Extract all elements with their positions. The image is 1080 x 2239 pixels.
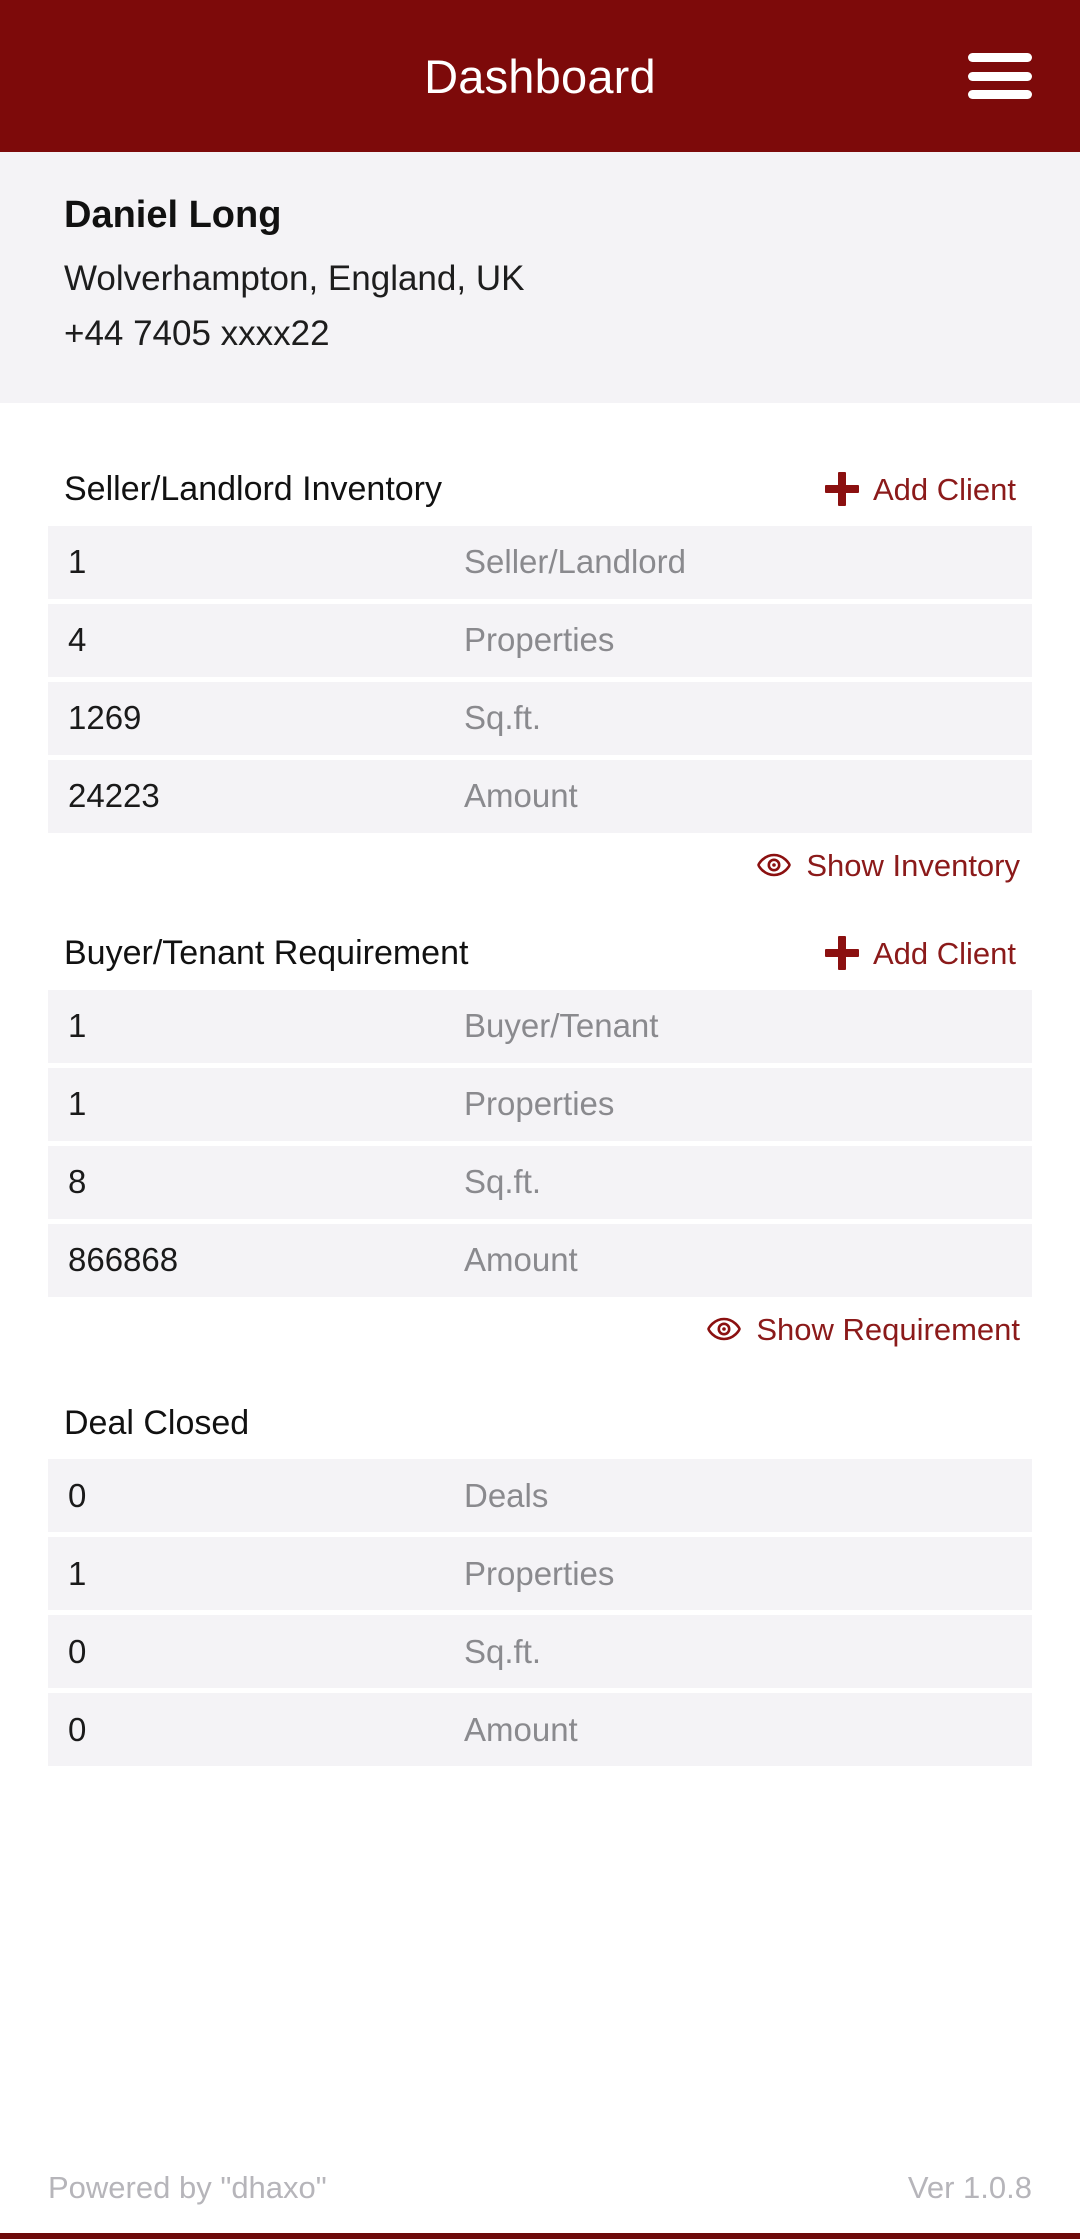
stat-value: 4 xyxy=(68,621,87,659)
stat-label: Buyer/Tenant xyxy=(464,1007,659,1045)
stat-value: 1269 xyxy=(68,699,142,737)
section-buyer-tenant-requirement: Buyer/Tenant Requirement Add Client 1 Bu… xyxy=(48,881,1032,1345)
stat-label: Seller/Landlord xyxy=(464,543,686,581)
profile-location: Wolverhampton, England, UK xyxy=(64,258,525,298)
stat-value: 1 xyxy=(68,1085,87,1123)
stat-value: 866868 xyxy=(68,1241,179,1279)
add-client-button-seller[interactable]: Add Client xyxy=(824,471,1016,507)
section-header: Seller/Landlord Inventory Add Client xyxy=(48,469,1032,510)
app-bar: Dashboard xyxy=(0,0,1080,152)
footer: Powered by "dhaxo" Ver 1.0.8 xyxy=(0,2141,1080,2233)
add-client-button-buyer[interactable]: Add Client xyxy=(824,935,1016,971)
stat-label: Properties xyxy=(464,621,615,659)
table-row: 866868 Amount xyxy=(48,1223,1032,1297)
stat-table-seller: 1 Seller/Landlord 4 Properties 1269 Sq.f… xyxy=(48,525,1032,833)
stat-value: 0 xyxy=(68,1632,87,1670)
stat-value: 24223 xyxy=(68,777,160,815)
stat-label: Sq.ft. xyxy=(464,699,542,737)
stat-label: Properties xyxy=(464,1554,615,1592)
stat-label: Properties xyxy=(464,1085,615,1123)
add-client-label: Add Client xyxy=(872,935,1016,971)
stat-label: Sq.ft. xyxy=(464,1632,542,1670)
section-title: Deal Closed xyxy=(64,1403,250,1442)
table-row: 0 Deals xyxy=(48,1459,1032,1533)
table-row: 1 Properties xyxy=(48,1537,1032,1611)
stat-table-deals: 0 Deals 1 Properties 0 Sq.ft. 0 Amount xyxy=(48,1459,1032,1767)
bottom-accent-bar xyxy=(0,2233,1080,2239)
show-requirement-link[interactable]: Show Requirement xyxy=(48,1297,1032,1345)
profile-card: Daniel Long Wolverhampton, England, UK +… xyxy=(0,152,1080,403)
version-label: Ver 1.0.8 xyxy=(907,2169,1032,2205)
show-requirement-label: Show Requirement xyxy=(756,1311,1020,1347)
stat-table-buyer: 1 Buyer/Tenant 1 Properties 8 Sq.ft. 866… xyxy=(48,989,1032,1297)
stat-value: 1 xyxy=(68,1007,87,1045)
table-row: 1 Buyer/Tenant xyxy=(48,989,1032,1063)
show-inventory-label: Show Inventory xyxy=(806,847,1020,883)
table-row: 4 Properties xyxy=(48,603,1032,677)
stat-label: Amount xyxy=(464,777,578,815)
section-header: Buyer/Tenant Requirement Add Client xyxy=(48,933,1032,974)
add-client-label: Add Client xyxy=(872,471,1016,507)
hamburger-bar-1 xyxy=(968,53,1032,62)
stat-value: 0 xyxy=(68,1710,87,1748)
stat-value: 1 xyxy=(68,1554,87,1592)
section-title: Buyer/Tenant Requirement xyxy=(64,933,469,972)
hamburger-bar-2 xyxy=(968,71,1032,81)
stat-label: Deals xyxy=(464,1476,549,1514)
stat-label: Amount xyxy=(464,1710,578,1748)
stat-label: Sq.ft. xyxy=(464,1163,542,1201)
show-inventory-link[interactable]: Show Inventory xyxy=(48,833,1032,881)
page-title: Dashboard xyxy=(424,49,656,103)
stat-label: Amount xyxy=(464,1241,578,1279)
profile-phone: +44 7405 xxxx22 xyxy=(64,313,330,353)
dashboard-content: Seller/Landlord Inventory Add Client 1 S… xyxy=(0,403,1080,2141)
stat-value: 1 xyxy=(68,543,87,581)
section-deal-closed: Deal Closed 0 Deals 1 Properties 0 Sq.ft… xyxy=(48,1345,1032,1767)
section-seller-landlord-inventory: Seller/Landlord Inventory Add Client 1 S… xyxy=(48,403,1032,881)
table-row: 8 Sq.ft. xyxy=(48,1145,1032,1219)
table-row: 0 Amount xyxy=(48,1693,1032,1767)
eye-icon xyxy=(707,1317,742,1341)
hamburger-menu-icon[interactable] xyxy=(968,53,1032,99)
eye-icon xyxy=(757,853,792,877)
plus-icon xyxy=(824,936,859,971)
plus-icon xyxy=(824,472,859,507)
dashboard-screen: Dashboard Daniel Long Wolverhampton, Eng… xyxy=(0,0,1080,2239)
table-row: 1269 Sq.ft. xyxy=(48,681,1032,755)
table-row: 24223 Amount xyxy=(48,759,1032,833)
section-title: Seller/Landlord Inventory xyxy=(64,470,443,508)
stat-value: 0 xyxy=(68,1476,87,1514)
table-row: 1 Properties xyxy=(48,1067,1032,1141)
stat-value: 8 xyxy=(68,1163,87,1201)
section-header: Deal Closed xyxy=(48,1403,1032,1444)
hamburger-bar-3 xyxy=(968,90,1032,99)
profile-name: Daniel Long xyxy=(64,194,282,236)
table-row: 1 Seller/Landlord xyxy=(48,525,1032,599)
table-row: 0 Sq.ft. xyxy=(48,1615,1032,1689)
powered-by-label: Powered by "dhaxo" xyxy=(48,2169,327,2205)
